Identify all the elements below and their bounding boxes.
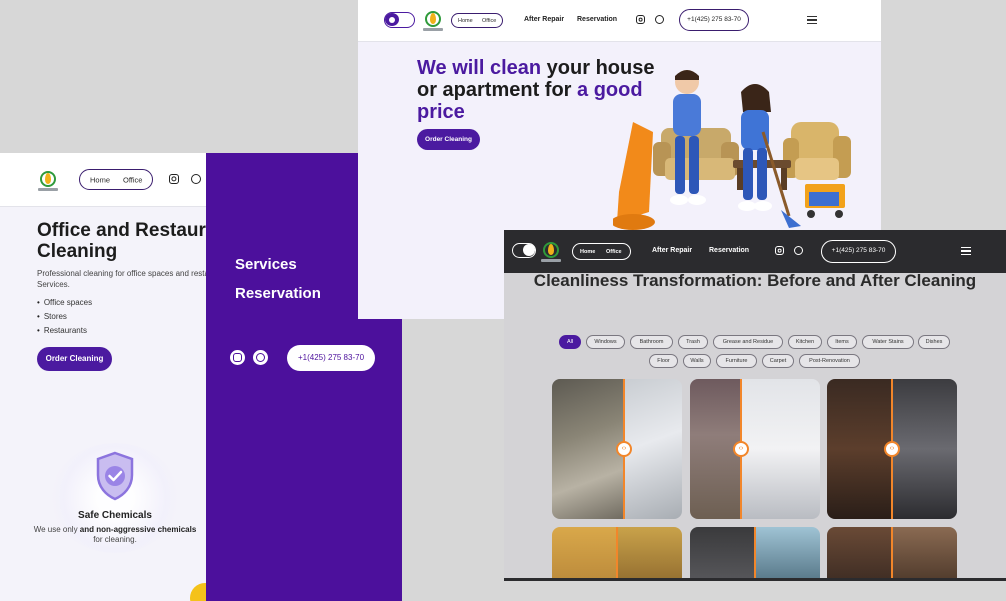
list-item: Restaurants	[37, 324, 92, 338]
filter-chip-post-renovation[interactable]: Post-Renovation	[799, 354, 860, 368]
phone-button[interactable]: +1(425) 275 83-70	[821, 240, 896, 263]
nav-home-link[interactable]: Home	[458, 18, 473, 24]
menu-item-services[interactable]: Services	[235, 256, 297, 273]
filter-chip-trash[interactable]: Trash	[678, 335, 708, 349]
logo-icon[interactable]	[540, 240, 562, 264]
menu-item-reservation[interactable]: Reservation	[235, 285, 321, 302]
nav-pill: Home Office	[451, 13, 503, 28]
instagram-icon[interactable]	[230, 350, 245, 365]
before-after-slider[interactable]	[690, 527, 820, 581]
instagram-icon[interactable]	[775, 246, 784, 255]
header: Home Office	[0, 153, 210, 207]
nav-pill: Home Office	[572, 243, 631, 260]
before-after-slider[interactable]	[827, 379, 957, 519]
bottom-bar	[504, 578, 1006, 581]
nav-home-link[interactable]: Home	[580, 249, 595, 255]
filter-chip-bathroom[interactable]: Bathroom	[630, 335, 673, 349]
theme-toggle[interactable]	[512, 243, 536, 258]
nav-office-link[interactable]: Office	[482, 18, 496, 24]
slider-handle-icon[interactable]	[616, 441, 632, 457]
filter-chip-furniture[interactable]: Furniture	[716, 354, 757, 368]
header: Home Office After Repair Reservation +1(…	[504, 230, 1006, 273]
logo-icon[interactable]	[37, 169, 59, 193]
page-title: Office and Restaurant Cleaning	[37, 220, 210, 262]
nav-pill: Home Office	[79, 169, 153, 190]
slider-handle-icon[interactable]	[733, 441, 749, 457]
feature-title: Safe Chemicals	[78, 510, 152, 521]
before-after-slider[interactable]	[552, 379, 682, 519]
instagram-icon[interactable]	[169, 174, 179, 184]
filter-chip-floor[interactable]: Floor	[649, 354, 678, 368]
cleaners-illustration	[613, 70, 851, 230]
services-list: Office spaces Stores Restaurants	[37, 296, 92, 338]
phone-button[interactable]: +1(425) 275 83-70	[679, 9, 749, 31]
header: Home Office After Repair Reservation +1(…	[358, 0, 881, 42]
filter-chip-items[interactable]: Items	[827, 335, 857, 349]
list-item: Stores	[37, 310, 92, 324]
instagram-icon[interactable]	[636, 15, 645, 24]
section-title: Cleanliness Transformation: Before and A…	[533, 271, 977, 290]
filter-chip-kitchen[interactable]: Kitchen	[788, 335, 822, 349]
filter-chip-water-stains[interactable]: Water Stains	[862, 335, 914, 349]
filter-chip-grease[interactable]: Grease and Residue	[713, 335, 783, 349]
nav-office-link[interactable]: Office	[123, 175, 142, 184]
logo-icon[interactable]	[422, 9, 444, 33]
phone-button[interactable]: +1(425) 275 83-70	[287, 345, 375, 371]
before-after-slider[interactable]	[552, 527, 682, 581]
moon-icon	[523, 244, 535, 256]
whatsapp-icon[interactable]	[191, 174, 201, 184]
filter-chip-all[interactable]: All	[559, 335, 581, 349]
filter-chip-dishes[interactable]: Dishes	[918, 335, 950, 349]
list-item: Office spaces	[37, 296, 92, 310]
filter-chip-carpet[interactable]: Carpet	[762, 354, 794, 368]
feature-text: We use only and non-aggressive chemicals…	[33, 525, 197, 544]
slider-handle-icon[interactable]	[884, 441, 900, 457]
filter-chip-walls[interactable]: Walls	[683, 354, 711, 368]
nav-after-repair-link[interactable]: After Repair	[652, 247, 692, 254]
whatsapp-icon[interactable]	[253, 350, 268, 365]
nav-home-link[interactable]: Home	[90, 175, 110, 184]
order-cleaning-button[interactable]: Order Cleaning	[37, 347, 112, 371]
slider-divider	[891, 527, 893, 581]
slider-divider	[754, 527, 756, 581]
before-after-slider[interactable]	[690, 379, 820, 519]
shield-check-icon	[96, 451, 134, 501]
nav-after-repair-link[interactable]: After Repair	[524, 16, 564, 23]
whatsapp-icon[interactable]	[794, 246, 803, 255]
nav-reservation-link[interactable]: Reservation	[709, 247, 749, 254]
menu-icon[interactable]	[961, 247, 971, 255]
page-description: Professional cleaning for office spaces …	[37, 269, 210, 289]
menu-icon[interactable]	[807, 16, 817, 24]
filter-chip-windows[interactable]: Windows	[586, 335, 625, 349]
office-page-panel: Home Office Office and Restaurant Cleani…	[0, 153, 210, 601]
theme-toggle[interactable]	[384, 12, 415, 28]
whatsapp-icon[interactable]	[655, 15, 664, 24]
nav-office-link[interactable]: Office	[606, 249, 622, 255]
nav-reservation-link[interactable]: Reservation	[577, 16, 617, 23]
slider-divider	[616, 527, 618, 581]
before-after-slider[interactable]	[827, 527, 957, 581]
sun-icon	[385, 13, 399, 26]
before-after-page-panel: Home Office After Repair Reservation +1(…	[504, 230, 1006, 581]
order-cleaning-button[interactable]: Order Cleaning	[417, 129, 480, 150]
